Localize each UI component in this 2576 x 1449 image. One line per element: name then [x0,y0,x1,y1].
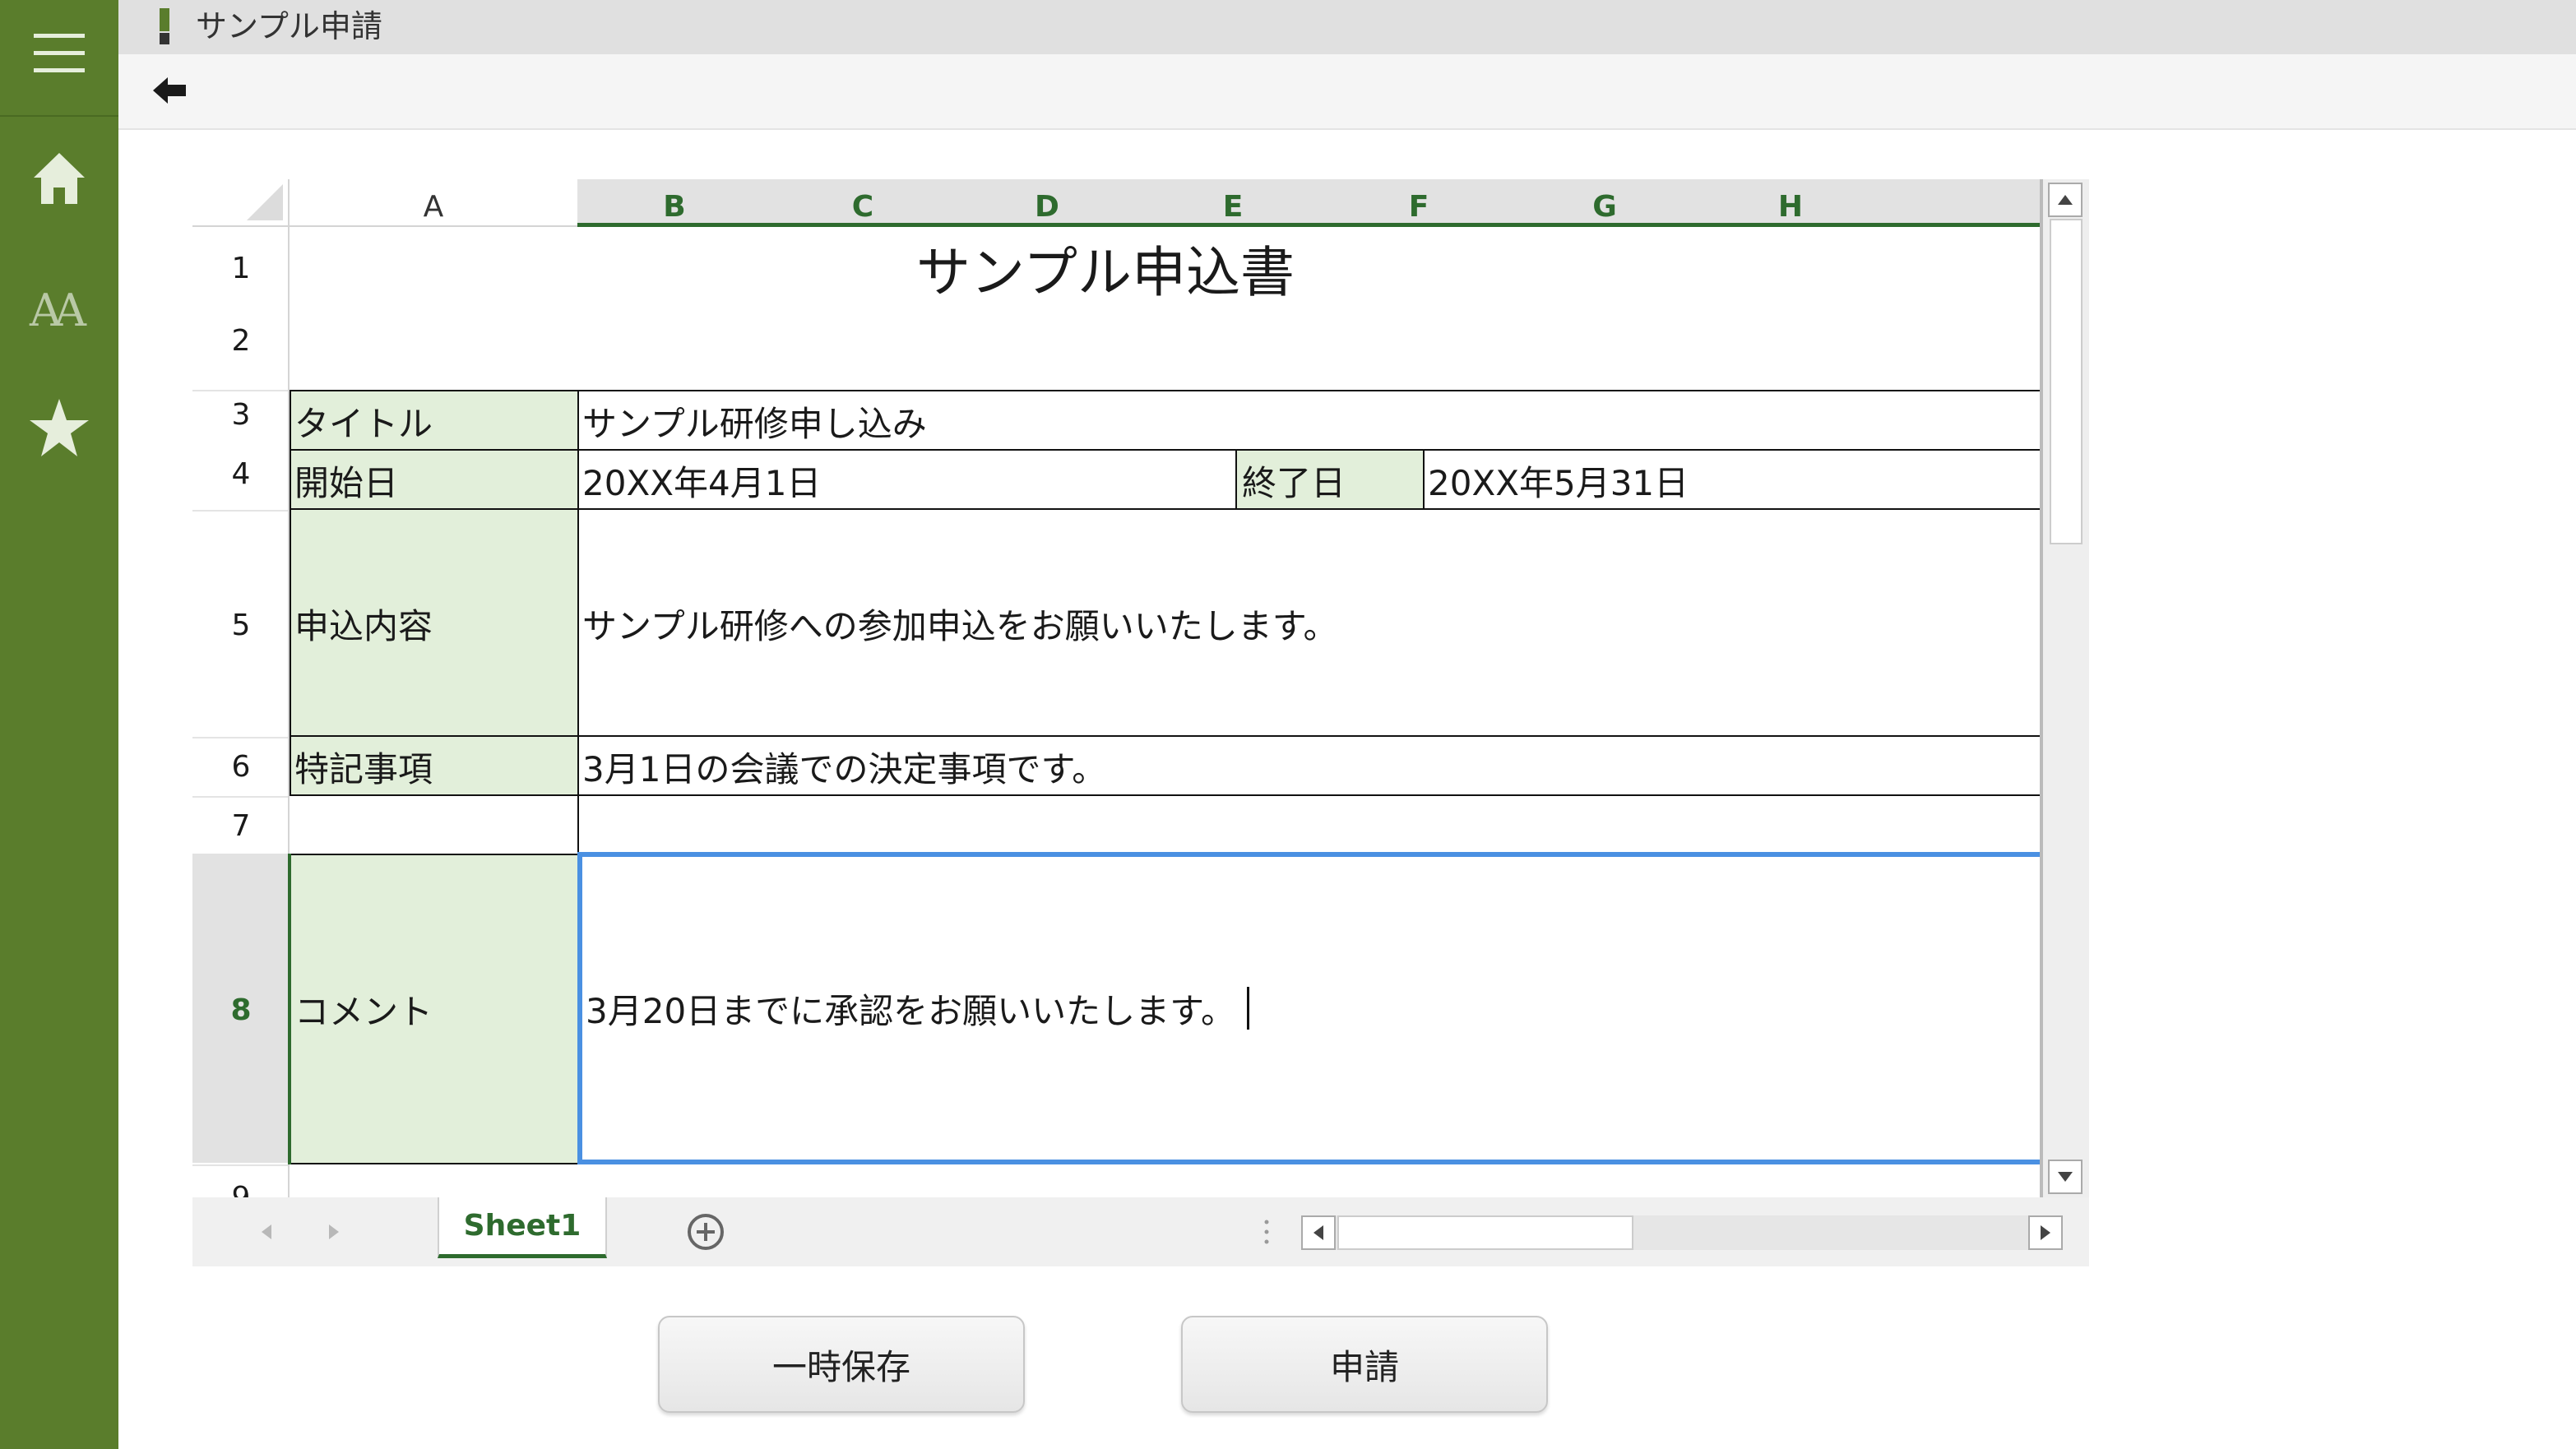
app-title: サンプル申請 [196,8,382,44]
cell-start-value[interactable]: 20XX年4月1日 [577,451,1234,510]
triangle-up-icon [2058,195,2073,205]
cell-notes-value[interactable]: 3月1日の会議での決定事項です。 [577,737,2040,796]
select-all-triangle-icon [247,184,283,220]
select-all-corner[interactable] [192,179,290,227]
column-header-a[interactable]: A [290,179,577,227]
chevron-right-icon [329,1224,339,1239]
sidebar-divider [0,115,118,117]
scroll-up-button[interactable] [2048,183,2083,217]
horizontal-scrollbar[interactable] [1301,1215,2063,1250]
cell-comment-editor[interactable]: 3月20日までに承認をお願いいたします。 [577,852,2040,1164]
home-icon [34,153,85,204]
font-size-icon: A A [29,285,87,334]
column-header-c[interactable]: C [771,179,954,227]
cell-content-label[interactable]: 申込内容 [290,510,577,737]
scroll-left-button[interactable] [1301,1215,1336,1250]
app-icon [160,8,169,44]
cell-end-value[interactable]: 20XX年5月31日 [1423,451,2040,510]
title-bar [118,0,2576,54]
cell-title-value[interactable]: サンプル研修申し込み [577,391,2040,451]
horizontal-scroll-thumb[interactable] [1337,1215,1633,1250]
menu-button[interactable] [0,18,118,89]
cell-content-value[interactable]: サンプル研修への参加申込をお願いいたします。 [577,510,2040,737]
svg-text:A: A [53,285,87,334]
vertical-dots-icon [1264,1220,1269,1244]
row-header-5[interactable]: 5 [192,512,290,738]
grid-right-edge [2040,179,2043,1197]
column-header-d[interactable]: D [954,179,1140,227]
sidebar: A A [0,0,118,1449]
column-header-e[interactable]: E [1140,179,1326,227]
column-header-h[interactable]: H [1698,179,1883,227]
star-icon [30,399,89,456]
cell-comment-label[interactable]: コメント [290,855,577,1163]
vertical-scrollbar[interactable] [2043,179,2089,1197]
scroll-right-button[interactable] [2028,1215,2063,1250]
row-header-3[interactable]: 3 [192,391,290,437]
row-header-7[interactable]: 7 [192,796,290,855]
favorites-button[interactable] [0,391,118,465]
spreadsheet-grid[interactable]: A B C D E F G H 1 2 3 4 5 6 7 8 9 サンプル申込… [192,179,2040,1197]
triangle-left-icon [1313,1225,1323,1240]
row-header-2[interactable]: 2 [192,311,290,370]
tab-sheet1[interactable]: Sheet1 [438,1197,607,1258]
home-button[interactable] [0,141,118,215]
tab-sheet1-label: Sheet1 [463,1209,581,1243]
tab-prev-button[interactable] [250,1214,283,1250]
row-header-6[interactable]: 6 [192,737,290,796]
vertical-scroll-thumb[interactable] [2050,219,2083,544]
add-sheet-button[interactable] [684,1211,727,1253]
form-title[interactable]: サンプル申込書 [916,227,1739,309]
cell-start-label[interactable]: 開始日 [290,451,577,510]
scroll-down-button[interactable] [2048,1160,2083,1194]
toolbar [118,54,2576,130]
row-header-1[interactable]: 1 [192,227,290,309]
chevron-left-icon [262,1224,271,1239]
apply-button[interactable]: 申請 [1181,1316,1548,1413]
row-header-8[interactable]: 8 [192,855,290,1164]
column-header-f[interactable]: F [1326,179,1512,227]
plus-circle-icon [688,1214,724,1250]
tab-next-button[interactable] [317,1214,350,1250]
hamburger-icon [34,34,85,72]
column-header-b[interactable]: B [577,179,771,227]
temporary-save-button[interactable]: 一時保存 [658,1316,1025,1413]
column-header-g[interactable]: G [1512,179,1698,227]
triangle-down-icon [2058,1172,2073,1182]
triangle-right-icon [2041,1225,2050,1240]
cell-notes-label[interactable]: 特記事項 [290,737,577,796]
arrow-left-icon [153,77,186,104]
cell-comment-value: 3月20日までに承認をお願いいたします。 [586,990,1235,1031]
row-header-9[interactable]: 9 [192,1174,290,1198]
row-header-4[interactable]: 4 [192,451,290,497]
cell-title-label[interactable]: タイトル [290,391,577,451]
cell-end-label[interactable]: 終了日 [1237,451,1423,510]
sheet-tab-bar: Sheet1 [192,1197,2089,1266]
back-button[interactable] [145,66,194,115]
tab-splitter-handle[interactable] [1263,1215,1270,1248]
text-cursor [1246,987,1249,1030]
font-size-button[interactable]: A A [0,268,118,342]
